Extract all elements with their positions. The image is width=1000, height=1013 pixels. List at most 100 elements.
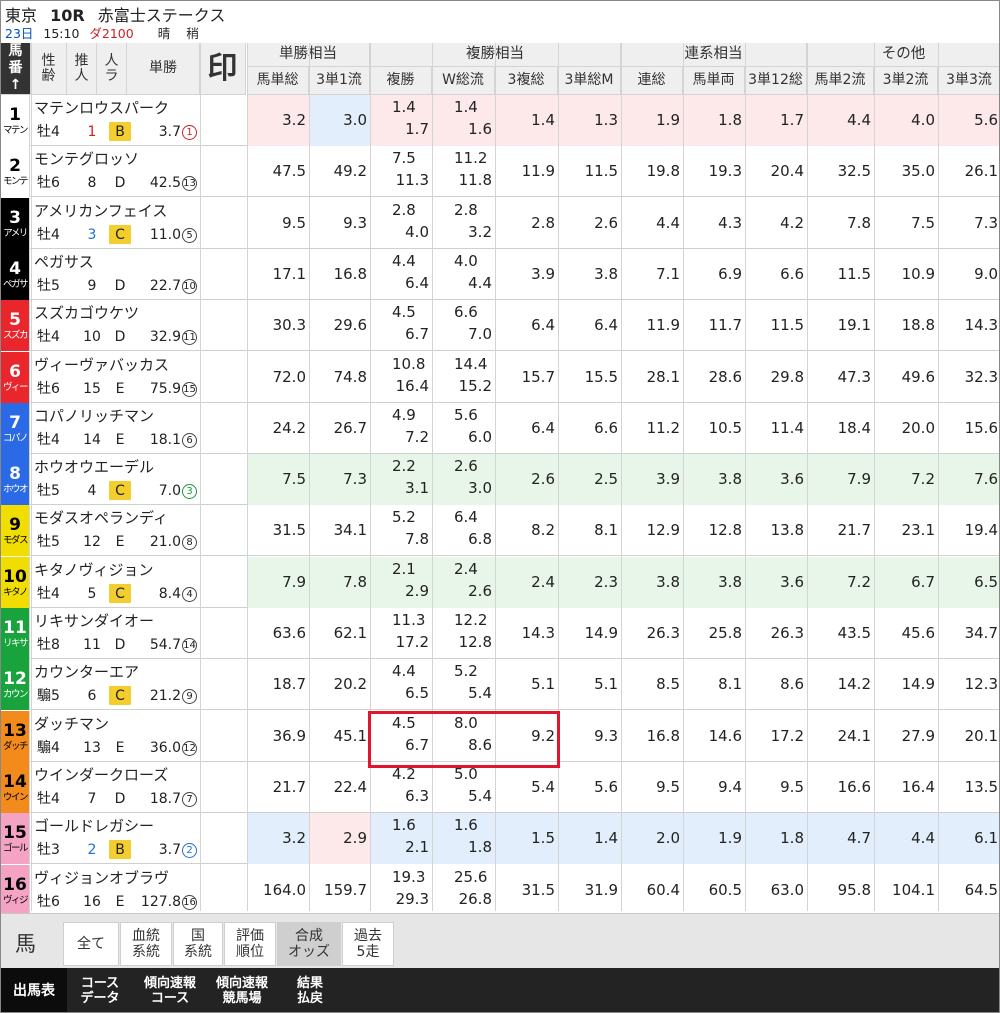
- horse-row[interactable]: 4 ペガサ ペガサス 牡5 9 D 22.7 10 17.1 16.8 3.9 3.8 7.1 6.9 6.…: [1, 249, 999, 300]
- sub-tab-2[interactable]: 血統 系統: [120, 922, 172, 966]
- horse-number-cell[interactable]: 7 コパノ: [1, 403, 30, 454]
- header-col-12[interactable]: 3単3流: [938, 67, 999, 95]
- bottom-nav-item-4[interactable]: 傾向速報 競馬場: [207, 968, 277, 1012]
- mark-cell[interactable]: [200, 249, 247, 300]
- horse-name[interactable]: ヴィーヴァバッカス: [34, 354, 169, 375]
- horse-name[interactable]: リキサンダイオー: [34, 610, 154, 631]
- horse-name[interactable]: マテンロウスパーク: [34, 97, 169, 118]
- horse-row[interactable]: 13 ダッチ ダッチマン 騸4 13 E 36.0 12 36.9 45.1 9.2 9.3 16.8 1…: [1, 711, 999, 762]
- horse-number-cell[interactable]: 12 カウン: [1, 659, 30, 710]
- horse-row[interactable]: 2 モンテ モンテグロッソ 牡6 8 D 42.5 13 47.5 49.2 11.9 11.5 19.…: [1, 146, 999, 197]
- header-mark[interactable]: 印: [200, 43, 246, 95]
- header-col-9[interactable]: 3単12総: [745, 67, 807, 95]
- horse-number-cell[interactable]: 11 リキサ: [1, 608, 30, 659]
- horse-name[interactable]: ペガサス: [34, 251, 94, 272]
- mark-cell[interactable]: [200, 557, 247, 608]
- horse-number: 7: [9, 412, 21, 433]
- horse-number-cell[interactable]: 13 ダッチ: [1, 711, 30, 762]
- horse-name[interactable]: ヴィジョンオブラヴ: [34, 867, 169, 888]
- header-col-4[interactable]: W総流: [432, 67, 495, 95]
- sub-tab-3[interactable]: 国系統: [173, 922, 223, 966]
- horse-number-cell[interactable]: 15 ゴール: [1, 813, 30, 864]
- horse-number-cell[interactable]: 10 キタノ: [1, 557, 30, 608]
- header-col-8[interactable]: 馬単両: [683, 67, 745, 95]
- horse-number-cell[interactable]: 9 モダス: [1, 505, 30, 556]
- horse-number-cell[interactable]: 8 ホウオ: [1, 454, 30, 505]
- horse-number-cell[interactable]: 14 ウイン: [1, 762, 30, 813]
- horse-number-cell[interactable]: 3 アメリ: [1, 198, 30, 249]
- odds-value: 3.8: [683, 557, 745, 608]
- bottom-nav-item-1[interactable]: 出馬表: [1, 968, 67, 1012]
- horse-row[interactable]: 8 ホウオ ホウオウエーデル 牡5 4 C 7.0 3 7.5 7.3 2.6 2.5 3.9 3.8 3.…: [1, 454, 999, 505]
- bottom-nav-item-2[interactable]: コース データ: [67, 968, 133, 1012]
- header-win-odds[interactable]: 単勝: [127, 43, 200, 95]
- odds-value: 1.4: [558, 813, 621, 864]
- horse-row[interactable]: 7 コパノ コパノリッチマン 牡4 14 E 18.1 6 24.2 26.7 6.4 6.6 11.2…: [1, 403, 999, 454]
- horse-name[interactable]: ゴールドレガシー: [34, 815, 154, 836]
- mark-cell[interactable]: [200, 146, 247, 197]
- sub-tab-1[interactable]: 全て: [63, 922, 119, 966]
- horse-number-cell[interactable]: 6 ヴィー: [1, 352, 30, 403]
- header-col-3[interactable]: 複勝: [370, 67, 432, 95]
- horse-number-cell[interactable]: 2 モンテ: [1, 146, 30, 197]
- mark-cell[interactable]: [200, 711, 247, 762]
- horse-name[interactable]: モンテグロッソ: [34, 148, 139, 169]
- horse-name[interactable]: アメリカンフェイス: [34, 200, 167, 221]
- horse-row[interactable]: 9 モダス モダスオペランディ 牡5 12 E 21.0 8 31.5 34.1 8.2 8.1 12.…: [1, 505, 999, 556]
- bottom-nav-item-3[interactable]: 傾向速報 コース: [133, 968, 207, 1012]
- horse-number: 14: [3, 771, 27, 792]
- mark-cell[interactable]: [200, 454, 247, 505]
- horse-number-cell[interactable]: 5 スズカ: [1, 300, 30, 351]
- horse-tab-label[interactable]: 馬: [15, 928, 36, 958]
- horse-number-cell[interactable]: 16 ヴィジ: [1, 865, 30, 916]
- range-high: 11.3: [395, 171, 429, 189]
- header-col-11[interactable]: 3単2流: [874, 67, 938, 95]
- race-time: 15:10: [43, 26, 80, 41]
- mark-cell[interactable]: [200, 300, 247, 351]
- horse-row[interactable]: 10 キタノ キタノヴィジョン 牡4 5 C 8.4 4 7.9 7.8 2.4 2.3 3.8 3.8 3…: [1, 557, 999, 608]
- mark-cell[interactable]: [200, 95, 247, 146]
- mark-cell[interactable]: [200, 403, 247, 454]
- mark-cell[interactable]: [200, 762, 247, 813]
- horse-row[interactable]: 16 ヴィジ ヴィジョンオブラヴ 牡6 16 E 127.8 16 164.0 159.7 31.5…: [1, 865, 999, 916]
- header-col-5[interactable]: 3複総: [495, 67, 558, 95]
- horse-name[interactable]: カウンターエア: [34, 661, 139, 682]
- odds-value: 3.8: [683, 454, 745, 505]
- horse-number-cell[interactable]: 1 マテン: [1, 95, 30, 146]
- header-col-1[interactable]: 馬単総: [247, 67, 309, 95]
- header-col-7[interactable]: 連総: [621, 67, 683, 95]
- mark-cell[interactable]: [200, 865, 247, 916]
- mark-cell[interactable]: [200, 608, 247, 659]
- horse-name[interactable]: モダスオペランディ: [34, 507, 168, 528]
- horse-row[interactable]: 15 ゴール ゴールドレガシー 牡3 2 B 3.7 2 3.2 2.9 1.5 1.4 2.0 1.9 1…: [1, 813, 999, 864]
- mark-cell[interactable]: [200, 659, 247, 710]
- horse-row[interactable]: 14 ウイン ウインダークローズ 牡4 7 D 18.7 7 21.7 22.4 5.4 5.6 9.5…: [1, 762, 999, 813]
- horse-row[interactable]: 5 スズカ スズカゴウケツ 牡4 10 D 32.9 11 30.3 29.6 6.4 6.4 11.9…: [1, 300, 999, 351]
- mark-cell[interactable]: [200, 505, 247, 556]
- sub-tab-6[interactable]: 過去 5走: [342, 922, 394, 966]
- range-low: 5.2: [392, 508, 416, 526]
- horse-row[interactable]: 6 ヴィー ヴィーヴァバッカス 牡6 15 E 75.9 15 72.0 74.8 15.7 15.5…: [1, 352, 999, 403]
- mark-cell[interactable]: [200, 198, 247, 249]
- sub-tab-5[interactable]: 合成 オッズ: [277, 922, 341, 966]
- horse-row[interactable]: 12 カウン カウンターエア 騸5 6 C 21.2 9 18.7 20.2 5.1 5.1 8.5 8.…: [1, 659, 999, 710]
- horse-number-cell[interactable]: 4 ペガサ: [1, 249, 30, 300]
- horse-name[interactable]: ホウオウエーデル: [34, 456, 154, 477]
- horse-name[interactable]: キタノヴィジョン: [34, 559, 154, 580]
- bottom-nav-item-5[interactable]: 結果 払戻: [277, 968, 343, 1012]
- header-col-2[interactable]: 3単1流: [309, 67, 370, 95]
- horse-row[interactable]: 1 マテン マテンロウスパーク 牡4 1 B 3.7 1 3.2 3.0 1.4 1.3 1.9 1.8 1…: [1, 95, 999, 146]
- mark-cell[interactable]: [200, 813, 247, 864]
- horse-name[interactable]: ダッチマン: [34, 713, 109, 734]
- place-odds-range: 4.5 6.7: [370, 711, 432, 762]
- horse-row[interactable]: 11 リキサ リキサンダイオー 牡8 11 D 54.7 14 63.6 62.1 14.3 14.9…: [1, 608, 999, 659]
- horse-name[interactable]: コパノリッチマン: [34, 405, 154, 426]
- header-horse-number[interactable]: 馬番 ↑: [1, 43, 31, 95]
- sub-tab-4[interactable]: 評価 順位: [224, 922, 276, 966]
- horse-name[interactable]: スズカゴウケツ: [34, 302, 139, 323]
- horse-name[interactable]: ウインダークローズ: [34, 764, 168, 785]
- header-col-10[interactable]: 馬単2流: [807, 67, 874, 95]
- horse-row[interactable]: 3 アメリ アメリカンフェイス 牡4 3 C 11.0 5 9.5 9.3 2.8 2.6 4.4 4.3…: [1, 198, 999, 249]
- header-col-6[interactable]: 3単総M: [558, 67, 621, 95]
- mark-cell[interactable]: [200, 352, 247, 403]
